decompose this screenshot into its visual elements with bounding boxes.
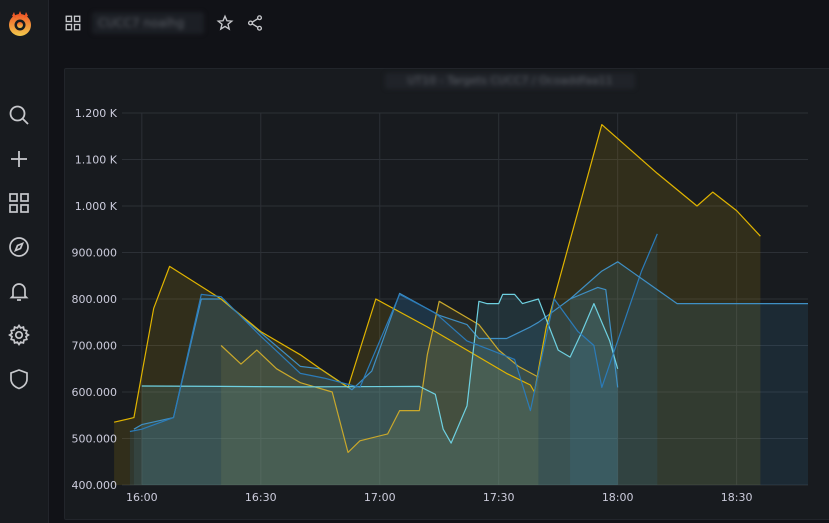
x-tick-label: 16:00	[126, 491, 158, 504]
x-tick-label: 18:30	[721, 491, 753, 504]
x-axis: 16:00 16:30 17:00 17:30 18:00 18:30	[126, 491, 753, 504]
y-tick-label: 1.000 K	[75, 200, 118, 213]
y-tick-label: 400.000	[72, 479, 118, 492]
x-tick-label: 16:30	[245, 491, 277, 504]
y-tick-label: 800.000	[72, 293, 118, 306]
chart-areas	[114, 124, 808, 485]
y-tick-label: 600.000	[72, 386, 118, 399]
x-tick-label: 17:00	[364, 491, 396, 504]
y-tick-label: 1.100 K	[75, 154, 118, 167]
x-tick-label: 17:30	[483, 491, 515, 504]
y-tick-label: 500.000	[72, 433, 118, 446]
y-tick-label: 900.000	[72, 247, 118, 260]
y-tick-label: 700.000	[72, 340, 118, 353]
x-tick-label: 18:00	[602, 491, 634, 504]
timeseries-chart: 400.000 500.000 600.000 700.000 800.000 900.0…	[72, 107, 808, 504]
y-tick-label: 1.200 K	[75, 107, 118, 120]
y-axis: 400.000 500.000 600.000 700.000 800.000 900.0…	[72, 107, 118, 492]
